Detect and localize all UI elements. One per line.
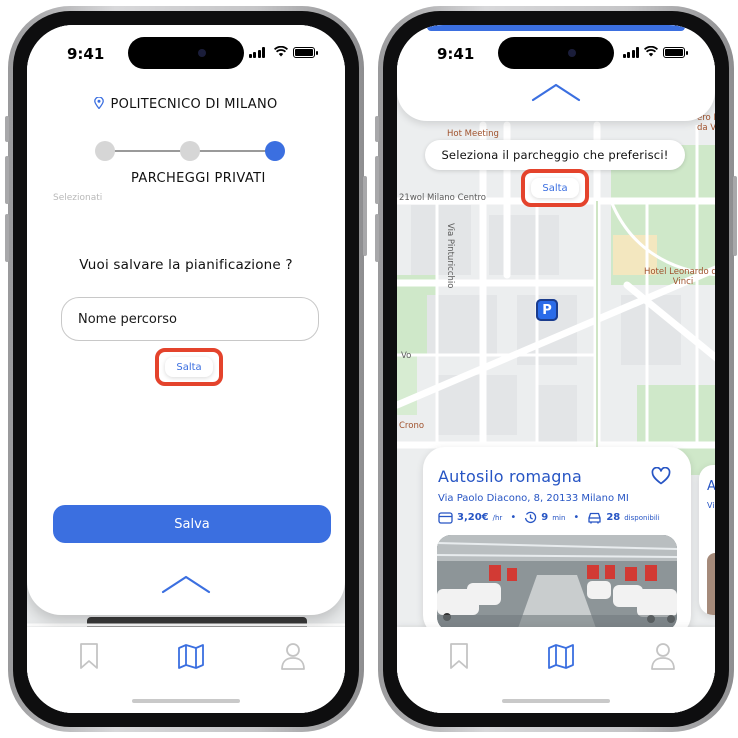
map-icon[interactable] (177, 641, 205, 671)
parking-address: Via Paolo Diacono, 8, 20133 Milano MI (438, 493, 629, 504)
skip-button[interactable]: Salta (531, 178, 579, 198)
parking-photo (437, 535, 677, 631)
parking-card-next[interactable]: A Vi (699, 465, 715, 615)
home-indicator (132, 699, 240, 703)
map-label-hotel-meeting: Hot Meeting (447, 129, 499, 139)
step-1-dot (95, 141, 115, 161)
parking-card[interactable]: Autosilo romagna Via Paolo Diacono, 8, 2… (423, 447, 691, 637)
tab-bar (397, 627, 715, 713)
next-parking-address: Vi (707, 501, 715, 510)
save-plan-sheet: POLITECNICO DI MILANO PARCHEGGI PRIVATI … (27, 25, 345, 615)
parking-time-unit: min (552, 513, 566, 522)
chevron-up-icon[interactable] (530, 81, 582, 103)
progress-stepper (95, 141, 285, 161)
phone-frame-right: Hot Meeting 21wol Milano Centro Via Pint… (375, 6, 737, 732)
location-header: POLITECNICO DI MILANO (27, 97, 345, 112)
dynamic-island (498, 37, 614, 69)
tab-bar (27, 627, 345, 713)
step-2-dot (180, 141, 200, 161)
wifi-icon (270, 45, 289, 59)
step-subtitle: Selezionati (53, 193, 103, 203)
map-icon[interactable] (547, 641, 575, 671)
status-icons (622, 45, 688, 59)
map-label-via-pinturicchio: Via Pinturicchio (445, 223, 455, 289)
skip-button[interactable]: Salta (165, 357, 213, 377)
skip-highlight: Salta (521, 169, 589, 207)
user-icon[interactable] (279, 641, 307, 671)
skip-highlight: Salta (155, 348, 223, 386)
dynamic-island (128, 37, 244, 69)
save-button[interactable]: Salva (53, 505, 331, 543)
next-parking-photo (707, 553, 715, 615)
step-title: PARCHEGGI PRIVATI (131, 171, 266, 186)
parking-price-unit: /hr (492, 513, 503, 522)
bookmark-icon[interactable] (445, 641, 473, 671)
screen-left: 9:41 ﻿ POLITECNICO DI MILANO PARCH (27, 25, 345, 713)
location-pin-icon (94, 97, 105, 109)
select-parking-hint: Seleziona il parcheggio che preferisci! (425, 140, 685, 170)
chevron-up-icon[interactable] (160, 573, 212, 595)
next-parking-title: A (707, 479, 715, 494)
location-name: POLITECNICO DI MILANO (110, 97, 278, 112)
status-time: 9:41 (437, 45, 475, 63)
battery-icon (663, 47, 688, 58)
battery-icon (293, 47, 318, 58)
car-icon (588, 512, 601, 524)
route-name-input[interactable] (61, 297, 319, 341)
parking-time: 9 (541, 512, 549, 523)
bookmark-icon[interactable] (75, 641, 103, 671)
credit-card-icon (438, 511, 453, 524)
map-label-crono: Crono (399, 421, 425, 431)
status-icons (248, 45, 318, 59)
map-label-vo: Vo (401, 351, 412, 361)
parking-available: 28 (606, 512, 621, 523)
user-icon[interactable] (649, 641, 677, 671)
heart-icon[interactable] (651, 467, 671, 485)
signal-icon (248, 47, 266, 58)
parking-marker[interactable]: P (536, 299, 558, 321)
signal-icon (622, 47, 639, 58)
status-time: 9:41 (67, 45, 105, 63)
wifi-icon (643, 45, 659, 59)
map-label-milano-centro: 21wol Milano Centro (399, 193, 486, 203)
parking-title: Autosilo romagna (438, 467, 582, 486)
home-indicator (502, 699, 610, 703)
clock-icon (525, 511, 537, 524)
screen-right: Hot Meeting 21wol Milano Centro Via Pint… (397, 25, 715, 713)
parking-price: 3,20€ (457, 512, 489, 523)
step-3-dot (265, 141, 285, 161)
map-label-hotel-leonardo: Hotel Leonardo da Vinci (643, 267, 715, 287)
save-question: Vuoi salvare la pianificazione ? (79, 257, 293, 273)
parking-available-label: disponibili (624, 513, 660, 522)
parking-meta: 3,20€/hr • 9 min • 28 disponibili (438, 511, 681, 524)
phone-frame-left: 9:41 ﻿ POLITECNICO DI MILANO PARCH (5, 6, 367, 732)
